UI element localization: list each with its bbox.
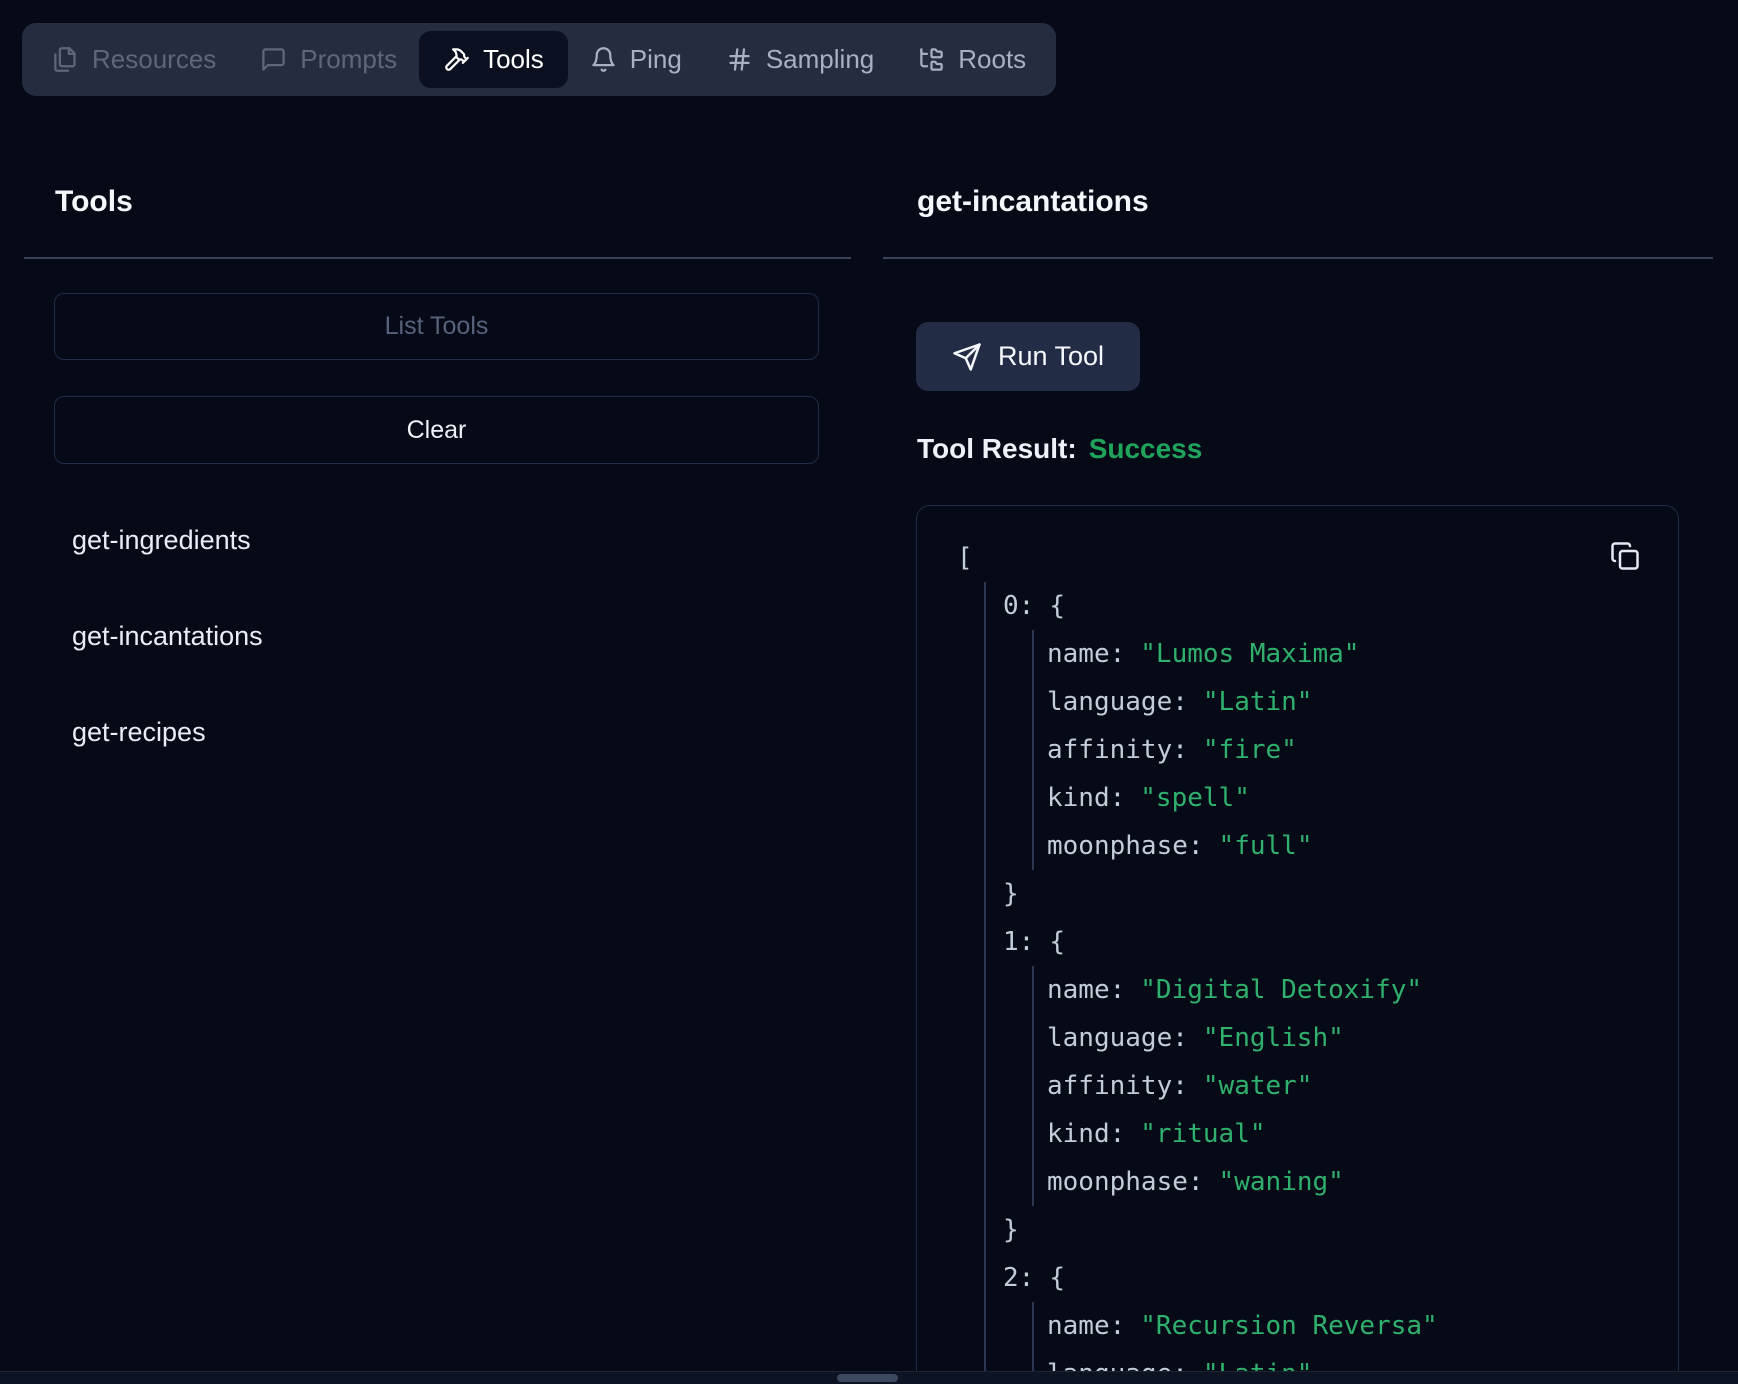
json-row: 0: { [917,582,1678,630]
list-tools-button[interactable]: List Tools [54,293,819,360]
json-token: affinity: [1047,735,1188,765]
json-token: } [1003,879,1019,909]
horizontal-scrollbar-thumb[interactable] [837,1374,898,1382]
tab-label: Ping [630,44,682,75]
indent-guide [984,582,986,1384]
tab-label: Tools [483,44,544,75]
json-token: } [1003,1215,1019,1245]
json-row: } [917,1206,1678,1254]
selected-tool-title: get-incantations [917,185,1149,218]
tools-panel-title: Tools [55,185,133,218]
json-token: [ [957,543,973,573]
clear-button[interactable]: Clear [54,396,819,464]
bell-icon [590,46,617,73]
json-value: "waning" [1219,1167,1344,1197]
folder-tree-icon [918,46,945,73]
json-token: 0: [1003,591,1034,621]
json-value: "water" [1203,1071,1313,1101]
json-row: [ [917,534,1678,582]
json-token: kind: [1047,783,1125,813]
tool-panel-divider [883,257,1713,259]
json-token: { [1049,591,1065,621]
json-token: name: [1047,1311,1125,1341]
top-tab-bar: Resources Prompts Tools Ping Sampling Ro… [22,23,1056,96]
json-token: { [1049,1263,1065,1293]
tab-prompts[interactable]: Prompts [238,23,419,96]
indent-guide [1032,630,1034,870]
json-row: 1: { [917,918,1678,966]
tool-result-status: Success [1089,433,1203,464]
json-value: "full" [1219,831,1313,861]
tool-list-item-get-ingredients[interactable]: get-ingredients [72,522,251,558]
json-value: "Recursion Reversa" [1140,1311,1437,1341]
tab-sampling[interactable]: Sampling [704,23,896,96]
tab-label: Roots [958,44,1026,75]
json-value: "Lumos Maxima" [1140,639,1359,669]
tool-result-label: Tool Result: [917,433,1077,464]
json-token: 2: [1003,1263,1034,1293]
json-token: language: [1047,687,1188,717]
tab-ping[interactable]: Ping [568,23,704,96]
tool-list-item-get-incantations[interactable]: get-incantations [72,618,263,654]
json-value: "English" [1203,1023,1344,1053]
json-row: } [917,870,1678,918]
json-value: "Digital Detoxify" [1140,975,1422,1005]
tab-roots[interactable]: Roots [896,23,1048,96]
tab-label: Prompts [300,44,397,75]
json-value: "spell" [1140,783,1250,813]
send-icon [952,342,982,372]
tab-resources[interactable]: Resources [30,23,238,96]
json-token: { [1049,927,1065,957]
hammer-icon [443,46,470,73]
tab-label: Sampling [766,44,874,75]
tab-tools[interactable]: Tools [419,31,568,88]
json-value: "ritual" [1140,1119,1265,1149]
json-token: name: [1047,639,1125,669]
indent-guide [1032,966,1034,1206]
tool-list-item-get-recipes[interactable]: get-recipes [72,714,206,750]
json-token: language: [1047,1023,1188,1053]
tab-label: Resources [92,44,216,75]
message-square-icon [260,46,287,73]
json-token: moonphase: [1047,831,1204,861]
tools-panel-divider [24,257,851,259]
run-tool-button[interactable]: Run Tool [916,322,1140,391]
tool-result-viewer: [0: { name: "Lumos Maxima" language: "Latin" a… [916,505,1679,1384]
tool-result-line: Tool Result: Success [917,432,1202,466]
run-tool-label: Run Tool [998,341,1104,372]
json-token: affinity: [1047,1071,1188,1101]
json-value: "fire" [1203,735,1297,765]
horizontal-scrollbar [0,1371,1738,1384]
json-row: 2: { [917,1254,1678,1302]
json-token: moonphase: [1047,1167,1204,1197]
json-token: name: [1047,975,1125,1005]
json-token: kind: [1047,1119,1125,1149]
hash-icon [726,46,753,73]
files-icon [52,46,79,73]
json-token: 1: [1003,927,1034,957]
json-value: "Latin" [1203,687,1313,717]
copy-icon[interactable] [1610,540,1642,572]
